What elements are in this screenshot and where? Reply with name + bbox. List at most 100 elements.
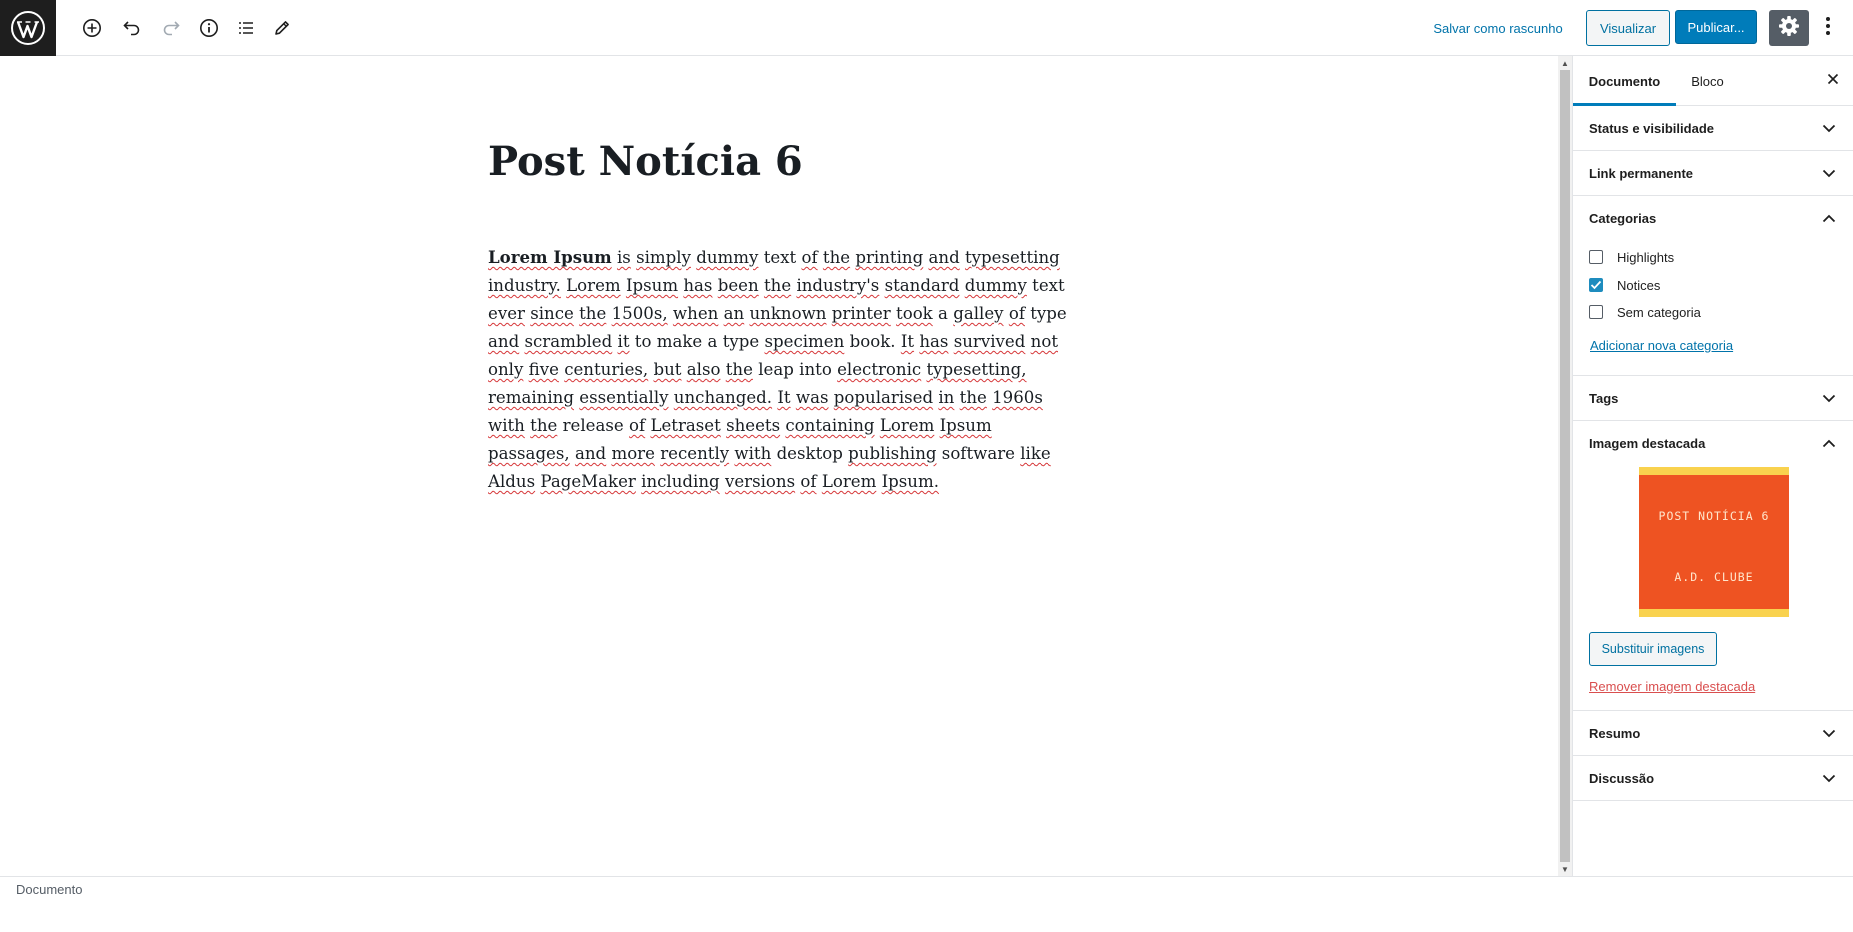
editor-scrollbar[interactable]: ▲ ▼ <box>1558 56 1572 876</box>
post-word: an <box>723 304 745 323</box>
settings-gear-icon <box>1778 15 1800 42</box>
panel-categories: Categorias Highlights Notices Sem catego… <box>1573 196 1853 376</box>
post-word: typesetting, <box>926 360 1027 379</box>
scroll-up-arrow-icon[interactable]: ▲ <box>1558 56 1572 70</box>
post-word: Lorem <box>821 472 877 491</box>
post-word: text <box>763 248 797 267</box>
settings-button[interactable] <box>1769 10 1809 46</box>
post-word: containing <box>785 416 875 435</box>
panel-title[interactable]: Categorias <box>1589 196 1837 240</box>
post-word: industry's <box>796 276 880 295</box>
undo-button[interactable] <box>116 12 148 44</box>
panel-title[interactable]: Imagem destacada <box>1589 421 1837 465</box>
category-checkbox[interactable] <box>1589 305 1603 319</box>
panel-discussion[interactable]: Discussão <box>1573 756 1853 801</box>
category-notices[interactable]: Notices <box>1589 275 1660 295</box>
post-word: with <box>488 416 525 435</box>
list-view-button[interactable] <box>230 12 262 44</box>
category-label: Highlights <box>1617 249 1675 265</box>
post-word: leap <box>758 360 794 379</box>
panel-status-visibility[interactable]: Status e visibilidade <box>1573 106 1853 151</box>
panel-tags[interactable]: Tags <box>1573 376 1853 421</box>
featured-image-artwork: POST NOTÍCIA 6 A.D. CLUBE <box>1639 475 1789 609</box>
chevron-down-icon <box>1819 723 1839 743</box>
more-options-button[interactable] <box>1816 10 1840 46</box>
post-title[interactable]: Post Notícia 6 <box>488 136 1088 188</box>
more-options-icon <box>1825 16 1831 41</box>
editor-footer: Documento <box>0 876 1853 932</box>
post-word: popularised <box>833 388 934 407</box>
sidebar-tabs: Documento Bloco <box>1573 56 1853 106</box>
category-label: Sem categoria <box>1617 304 1701 320</box>
post-word: text <box>1032 276 1065 295</box>
edit-tools-button[interactable] <box>266 12 298 44</box>
post-word: publishing <box>848 444 937 463</box>
post-word: with <box>734 444 772 463</box>
tab-document[interactable]: Documento <box>1573 56 1676 106</box>
post-word: printer <box>831 304 891 323</box>
post-word: recently <box>660 444 730 463</box>
panel-excerpt[interactable]: Resumo <box>1573 711 1853 756</box>
post-word: simply <box>636 248 691 267</box>
post-word: not <box>1030 332 1058 351</box>
post-word: electronic <box>837 360 922 379</box>
post-paragraph-text: is simply dummy text of the printing and… <box>488 248 1067 491</box>
tab-block[interactable]: Bloco <box>1676 56 1739 106</box>
scroll-down-arrow-icon[interactable]: ▼ <box>1558 862 1572 876</box>
post-word: took <box>896 304 933 323</box>
info-icon <box>199 18 219 38</box>
publish-button[interactable]: Publicar... <box>1675 10 1757 44</box>
post-word: also <box>686 360 721 379</box>
add-new-category-link[interactable]: Adicionar nova categoria <box>1590 338 1733 353</box>
add-block-icon <box>82 18 102 38</box>
post-word: the <box>579 304 607 323</box>
replace-image-button[interactable]: Substituir imagens <box>1589 632 1717 666</box>
post-word: industry. <box>488 276 561 295</box>
post-word: It <box>777 388 791 407</box>
preview-button[interactable]: Visualizar <box>1586 10 1670 46</box>
post-word: It <box>900 332 915 351</box>
redo-button[interactable] <box>155 12 187 44</box>
block-breadcrumb[interactable]: Documento <box>16 882 82 897</box>
post-word: of <box>1008 304 1025 323</box>
panel-title: Resumo <box>1589 725 1641 741</box>
chevron-up-icon[interactable] <box>1819 433 1839 453</box>
post-word: specimen <box>764 332 845 351</box>
wordpress-logo-icon[interactable] <box>0 0 56 56</box>
post-word: in <box>938 388 955 407</box>
post-word: typesetting <box>964 248 1060 267</box>
close-sidebar-button[interactable] <box>1823 71 1843 91</box>
save-draft-button[interactable]: Salvar como rascunho <box>1426 10 1570 46</box>
post-word: is <box>616 248 631 267</box>
info-button[interactable] <box>193 12 225 44</box>
post-word: Aldus <box>488 472 536 491</box>
redo-icon <box>161 18 181 38</box>
post-word: centuries, <box>564 360 649 379</box>
post-word: the <box>725 360 753 379</box>
post-word: the <box>822 248 851 267</box>
scroll-thumb[interactable] <box>1560 70 1570 862</box>
post-word: 1500s, <box>611 304 668 323</box>
post-word: Ipsum. <box>881 472 939 491</box>
chevron-down-icon <box>1819 118 1839 138</box>
remove-featured-image-link[interactable]: Remover imagem destacada <box>1589 679 1755 694</box>
post-word: ever <box>488 304 525 323</box>
chevron-down-icon <box>1819 388 1839 408</box>
featured-image-title: POST NOTÍCIA 6 <box>1658 509 1770 523</box>
post-word: five <box>528 360 559 379</box>
post-word: essentially <box>579 388 669 407</box>
post-word: including <box>641 472 720 491</box>
post-word: galley <box>953 304 1004 323</box>
category-checkbox[interactable] <box>1589 250 1603 264</box>
post-paragraph[interactable]: Lorem Ipsum is simply dummy text of the … <box>488 243 1078 496</box>
post-word: a <box>938 304 948 323</box>
post-paragraph-bold: Lorem Ipsum <box>488 247 612 267</box>
chevron-up-icon[interactable] <box>1819 208 1839 228</box>
category-checkbox[interactable] <box>1589 278 1603 292</box>
panel-permalink[interactable]: Link permanente <box>1573 151 1853 196</box>
category-uncategorized[interactable]: Sem categoria <box>1589 302 1701 322</box>
category-highlights[interactable]: Highlights <box>1589 247 1674 267</box>
add-block-button[interactable] <box>76 12 108 44</box>
featured-image[interactable]: POST NOTÍCIA 6 A.D. CLUBE <box>1639 467 1789 617</box>
post-word: of <box>801 248 818 267</box>
